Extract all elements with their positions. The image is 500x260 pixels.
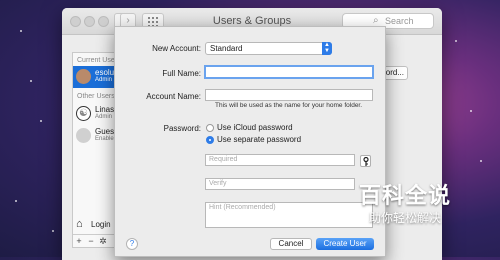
account-name-label: Account Name: bbox=[146, 92, 201, 101]
account-name-field[interactable] bbox=[205, 89, 373, 101]
user-name: esolu bbox=[95, 68, 115, 77]
other-users-header: Other Users bbox=[77, 93, 115, 100]
login-options-label: Login bbox=[91, 220, 111, 229]
password-assistant-key-icon[interactable] bbox=[360, 155, 371, 167]
full-name-field[interactable] bbox=[204, 65, 374, 79]
current-user-header: Current User bbox=[77, 57, 118, 64]
user-role: Enable bbox=[95, 136, 114, 142]
separate-password-label: Use separate password bbox=[217, 135, 302, 144]
account-type-value: Standard bbox=[210, 44, 243, 53]
watermark: 百科全说 助你轻松解决 bbox=[345, 176, 495, 238]
chevron-updown-icon: ▲ ▼ bbox=[322, 42, 332, 55]
account-type-select[interactable]: Standard ▲ ▼ bbox=[205, 42, 332, 55]
create-user-button[interactable]: Create User bbox=[316, 238, 374, 250]
user-role: Admin bbox=[95, 77, 113, 83]
account-name-hint: This will be used as the name for your h… bbox=[215, 102, 363, 109]
gear-icon[interactable]: ✲ bbox=[97, 235, 109, 247]
full-name-label: Full Name: bbox=[162, 69, 201, 78]
help-button[interactable]: ? bbox=[126, 238, 138, 250]
verify-field[interactable]: Verify bbox=[205, 178, 355, 190]
password-field[interactable]: Required bbox=[205, 154, 355, 166]
house-icon: ⌂ bbox=[76, 218, 83, 230]
avatar bbox=[76, 69, 91, 84]
cancel-button[interactable]: Cancel bbox=[270, 238, 312, 250]
search-placeholder: Search bbox=[385, 16, 414, 26]
watermark-subtitle: 助你轻松解决 bbox=[368, 211, 441, 225]
user-name: Linas bbox=[95, 105, 115, 114]
add-user-button[interactable]: + bbox=[73, 235, 85, 247]
new-account-label: New Account: bbox=[152, 44, 201, 53]
password-label: Password: bbox=[163, 124, 201, 133]
yin-yang-avatar-icon: ☯ bbox=[76, 106, 91, 121]
user-name: Gues bbox=[95, 127, 115, 136]
radio-separate-password[interactable] bbox=[206, 136, 214, 144]
icloud-password-label: Use iCloud password bbox=[217, 123, 293, 132]
remove-user-button[interactable]: − bbox=[85, 235, 97, 247]
user-role: Admin bbox=[95, 114, 113, 120]
watermark-title: 百科全说 bbox=[358, 183, 451, 208]
radio-icloud-password[interactable] bbox=[206, 124, 214, 132]
guest-avatar-icon bbox=[76, 128, 91, 143]
search-icon: ⌕ bbox=[373, 15, 379, 26]
